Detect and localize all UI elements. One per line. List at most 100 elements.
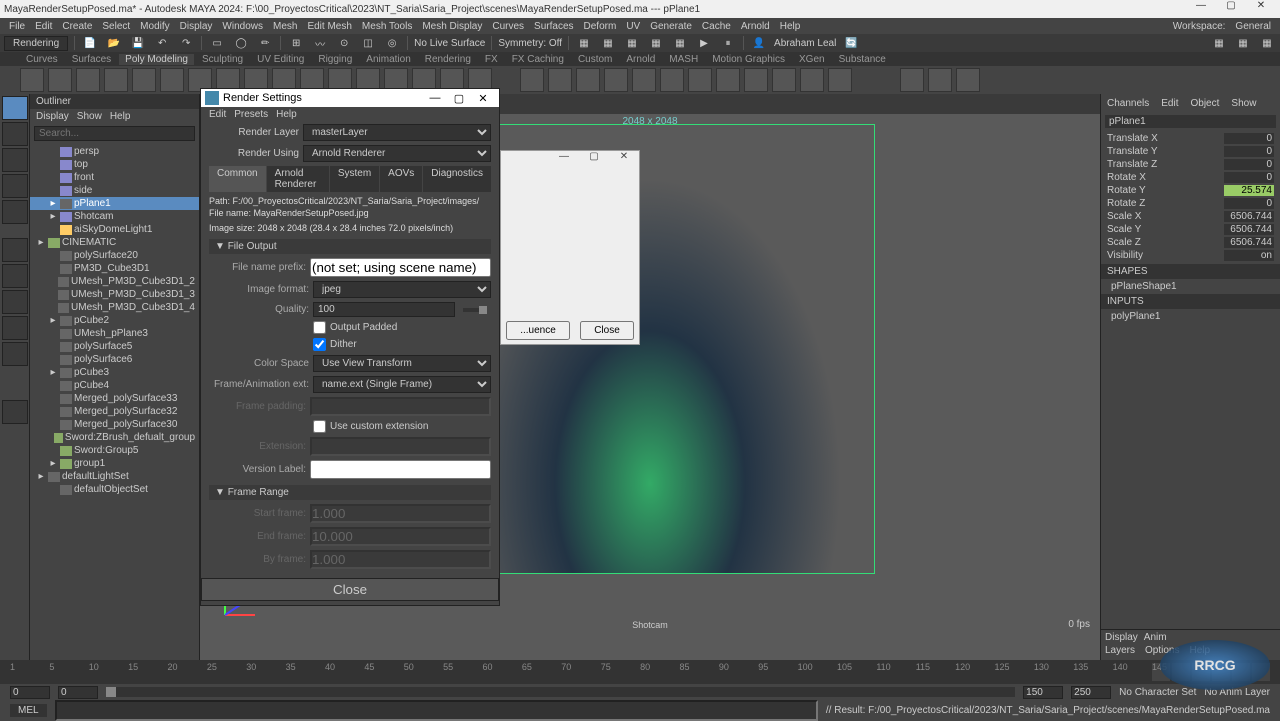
input-name[interactable]: polyPlane1 [1101, 309, 1280, 324]
panel-icon[interactable]: ▦ [1234, 34, 1252, 52]
attr-value[interactable]: 0 [1224, 172, 1274, 183]
character-set-dropdown[interactable]: No Character Set [1119, 687, 1196, 698]
redo-icon[interactable]: ↷ [177, 34, 195, 52]
shelf-icon[interactable] [956, 68, 980, 92]
outliner-node[interactable]: persp [30, 145, 199, 158]
outliner-node[interactable]: ▸pPlane1 [30, 197, 199, 210]
subdlg-close[interactable]: ✕ [609, 151, 639, 175]
render-using-select[interactable]: Arnold Renderer [303, 145, 491, 162]
toolbar-icon[interactable]: ▦ [671, 34, 689, 52]
menu-cache[interactable]: Cache [699, 21, 734, 32]
shelf-icon[interactable] [828, 68, 852, 92]
outliner-node[interactable]: UMesh_PM3D_Cube3D1_3 [30, 288, 199, 301]
outliner-help[interactable]: Help [110, 111, 131, 122]
menu-curves[interactable]: Curves [489, 21, 527, 32]
render-dlg-titlebar[interactable]: Render Settings — ▢ ✕ [201, 89, 499, 107]
outliner-node[interactable]: Merged_polySurface32 [30, 405, 199, 418]
layout-tool[interactable] [2, 316, 28, 340]
shelf-tab-uvediting[interactable]: UV Editing [251, 54, 310, 65]
outliner-node[interactable]: aiSkyDomeLight1 [30, 223, 199, 236]
menu-deform[interactable]: Deform [581, 21, 620, 32]
render-tab-common[interactable]: Common [209, 166, 266, 192]
shelf-tab-curves[interactable]: Curves [20, 54, 64, 65]
channel-tab-edit[interactable]: Edit [1157, 96, 1182, 111]
outliner-node[interactable]: Sword:ZBrush_defualt_group [30, 431, 199, 444]
menu-display[interactable]: Display [177, 21, 216, 32]
outliner-node[interactable]: UMesh_PM3D_Cube3D1_4 [30, 301, 199, 314]
output-padded-checkbox[interactable] [313, 321, 326, 334]
select-tool[interactable] [2, 96, 28, 120]
outliner-node[interactable]: ▸defaultLightSet [30, 470, 199, 483]
paint-select-icon[interactable]: ✏ [256, 34, 274, 52]
toolbar-icon[interactable]: ▦ [647, 34, 665, 52]
range-end-inner[interactable] [1023, 686, 1063, 699]
scale-tool[interactable] [2, 200, 28, 224]
pause-icon[interactable]: ⏸ [719, 34, 737, 52]
outliner-node[interactable]: UMesh_PM3D_Cube3D1_2 [30, 275, 199, 288]
sub-dialog[interactable]: — ▢ ✕ ...uence Close [500, 150, 640, 345]
menu-windows[interactable]: Windows [219, 21, 266, 32]
outliner-node[interactable]: polySurface20 [30, 249, 199, 262]
range-handle[interactable] [106, 687, 116, 697]
frame-range-header[interactable]: Frame Range [209, 485, 491, 500]
snap-curve-icon[interactable]: 〰 [311, 34, 329, 52]
outliner-node[interactable]: ▸Shotcam [30, 210, 199, 223]
outliner-node[interactable]: pCube4 [30, 379, 199, 392]
user-icon[interactable]: 👤 [750, 34, 768, 52]
maximize-button[interactable]: ▢ [1216, 0, 1246, 18]
rotate-tool[interactable] [2, 174, 28, 198]
outliner-node[interactable]: defaultObjectSet [30, 483, 199, 496]
outliner-node[interactable]: ▸pCube3 [30, 366, 199, 379]
menu-modify[interactable]: Modify [137, 21, 172, 32]
sequence-button[interactable]: ...uence [506, 321, 570, 340]
attr-value[interactable]: on [1224, 250, 1274, 261]
quality-slider-handle[interactable] [479, 306, 487, 314]
attr-value[interactable]: 0 [1224, 198, 1274, 209]
attr-value[interactable]: 6506.744 [1224, 224, 1274, 235]
layers-menu-layers[interactable]: Layers [1105, 645, 1135, 656]
menu-surfaces[interactable]: Surfaces [531, 21, 576, 32]
outliner-search[interactable] [34, 126, 195, 141]
outliner-node[interactable]: Merged_polySurface33 [30, 392, 199, 405]
shelf-icon[interactable] [744, 68, 768, 92]
render-dlg-help[interactable]: Help [276, 109, 297, 120]
attr-value[interactable]: 6506.744 [1224, 237, 1274, 248]
render-tab-diagnostics[interactable]: Diagnostics [423, 166, 491, 192]
shelf-icon[interactable] [576, 68, 600, 92]
range-slider-track[interactable] [106, 687, 1015, 697]
poly-cone-icon[interactable] [104, 68, 128, 92]
menu-uv[interactable]: UV [623, 21, 643, 32]
outliner-display[interactable]: Display [36, 111, 69, 122]
symmetry-label[interactable]: Symmetry: Off [498, 38, 562, 49]
render-dlg-maximize[interactable]: ▢ [447, 92, 471, 105]
shelf-icon[interactable] [772, 68, 796, 92]
lasso-tool[interactable] [2, 122, 28, 146]
open-scene-icon[interactable]: 📂 [105, 34, 123, 52]
color-space-select[interactable]: Use View Transform [313, 355, 491, 372]
outliner-node[interactable]: polySurface6 [30, 353, 199, 366]
shelf-tab-rigging[interactable]: Rigging [312, 54, 358, 65]
new-scene-icon[interactable]: 📄 [81, 34, 99, 52]
poly-torus-icon[interactable] [132, 68, 156, 92]
quality-input[interactable] [313, 302, 455, 317]
menu-generate[interactable]: Generate [647, 21, 695, 32]
shape-name[interactable]: pPlaneShape1 [1101, 279, 1280, 294]
shelf-tab-substance[interactable]: Substance [833, 54, 892, 65]
shelf-icon[interactable] [800, 68, 824, 92]
sync-icon[interactable]: 🔄 [842, 34, 860, 52]
file-prefix-input[interactable] [310, 258, 491, 277]
shelf-tab-custom[interactable]: Custom [572, 54, 618, 65]
shelf-icon[interactable] [548, 68, 572, 92]
layout-tool[interactable] [2, 264, 28, 288]
shelf-tab-arnold[interactable]: Arnold [620, 54, 661, 65]
attr-value[interactable]: 0 [1224, 159, 1274, 170]
outliner-node[interactable]: PM3D_Cube3D1 [30, 262, 199, 275]
undo-icon[interactable]: ↶ [153, 34, 171, 52]
outliner-node[interactable]: UMesh_pPlane3 [30, 327, 199, 340]
move-tool[interactable] [2, 148, 28, 172]
workspace-value[interactable]: General [1232, 21, 1274, 32]
close-button[interactable]: ✕ [1246, 0, 1276, 18]
channel-object-name[interactable]: pPlane1 [1105, 115, 1276, 128]
shelf-tab-xgen[interactable]: XGen [793, 54, 831, 65]
render-dlg-minimize[interactable]: — [423, 92, 447, 104]
